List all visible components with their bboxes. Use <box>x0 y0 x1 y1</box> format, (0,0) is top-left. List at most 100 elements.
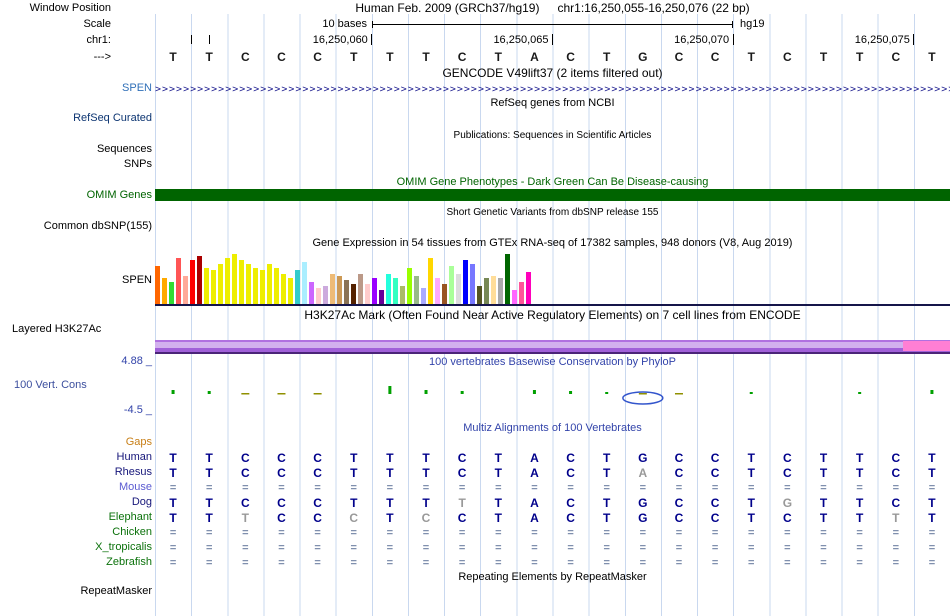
gtex-tissue-bar[interactable] <box>260 270 265 304</box>
label-snps[interactable]: SNPs <box>0 158 152 171</box>
h3k27ac-signal-layer[interactable] <box>155 352 950 354</box>
gtex-tissue-bar[interactable] <box>379 290 384 304</box>
spen-gene-line[interactable]: >>>>>>>>>>>>>>>>>>>>>>>>>>>>>>>>>>>>>>>>… <box>155 84 950 95</box>
gtex-tissue-bar[interactable] <box>421 288 426 304</box>
gtex-tissue-bar[interactable] <box>435 278 440 304</box>
label-layered-h3k27ac[interactable]: Layered H3K27Ac <box>12 323 101 336</box>
label-elephant[interactable]: Elephant <box>0 511 152 524</box>
gtex-tissue-bar[interactable] <box>386 274 391 304</box>
label-cons-name[interactable]: 100 Vert. Cons <box>14 379 87 392</box>
gtex-tissue-bar[interactable] <box>351 284 356 304</box>
gtex-tissue-bar[interactable] <box>295 270 300 304</box>
gtex-tissue-bar[interactable] <box>323 286 328 304</box>
omim-gene-bar[interactable] <box>155 189 950 201</box>
label-rhesus[interactable]: Rhesus <box>0 466 152 479</box>
gtex-tissue-bar[interactable] <box>477 286 482 304</box>
alignment-base: = <box>531 527 538 539</box>
alignment-base: = <box>278 482 285 494</box>
alignment-base: = <box>458 542 466 554</box>
gtex-tissue-bar[interactable] <box>407 268 412 304</box>
gtex-tissue-bar[interactable] <box>512 290 517 304</box>
gtex-tissue-bar[interactable] <box>274 268 279 304</box>
gtex-tissue-bar[interactable] <box>484 278 489 304</box>
alignment-base: C <box>313 466 322 480</box>
alignment-base: = <box>567 557 574 569</box>
gtex-tissue-bar[interactable] <box>288 278 293 304</box>
alignment-base: = <box>784 557 791 569</box>
label-refseq-curated[interactable]: RefSeq Curated <box>0 112 152 125</box>
gtex-tissue-bar[interactable] <box>449 266 454 304</box>
gtex-tissue-bar[interactable] <box>428 258 433 304</box>
gtex-tissue-bar[interactable] <box>414 276 419 304</box>
label-mouse[interactable]: Mouse <box>0 481 152 494</box>
gtex-tissue-bar[interactable] <box>190 260 195 304</box>
reference-base: C <box>240 50 250 64</box>
gtex-tissue-bar[interactable] <box>470 264 475 304</box>
gtex-tissue-bar[interactable] <box>309 282 314 304</box>
conservation-mark <box>532 390 536 394</box>
gtex-tissue-bar[interactable] <box>204 268 209 304</box>
gtex-tissue-bar[interactable] <box>176 258 181 304</box>
alignment-base: C <box>566 451 575 465</box>
alignment-base: T <box>747 451 755 465</box>
gtex-tissue-bar[interactable] <box>246 264 251 304</box>
gtex-tissue-bar[interactable] <box>267 264 272 304</box>
gtex-tissue-bar[interactable] <box>253 268 258 304</box>
label-chrom[interactable]: chr1: <box>0 34 111 47</box>
label-common-dbsnp[interactable]: Common dbSNP(155) <box>0 220 152 233</box>
label-chicken[interactable]: Chicken <box>0 526 152 539</box>
gtex-tissue-bar[interactable] <box>218 264 223 304</box>
gtex-tissue-bar[interactable] <box>442 284 447 304</box>
label-window-position[interactable]: Window Position <box>0 2 111 15</box>
label-dog[interactable]: Dog <box>0 496 152 509</box>
gtex-tissue-bar[interactable] <box>393 278 398 304</box>
gtex-tissue-bar[interactable] <box>232 254 237 304</box>
gtex-tissue-bar[interactable] <box>344 280 349 304</box>
label-omim-genes[interactable]: OMIM Genes <box>0 189 152 202</box>
gtex-tissue-bar[interactable] <box>358 274 363 304</box>
gtex-tissue-bar[interactable] <box>316 288 321 304</box>
gtex-tissue-bar[interactable] <box>225 258 230 304</box>
gtex-tissue-bar[interactable] <box>281 274 286 304</box>
label-gaps[interactable]: Gaps <box>0 436 152 449</box>
alignment-base: = <box>495 557 502 569</box>
label-spen-gencode[interactable]: SPEN <box>0 82 152 95</box>
label-repeatmasker[interactable]: RepeatMasker <box>0 585 152 598</box>
gtex-tissue-bar[interactable] <box>400 286 405 304</box>
label-strand[interactable]: ---> <box>0 51 111 64</box>
alignment-base: C <box>313 496 322 510</box>
gtex-tissue-bar[interactable] <box>302 262 307 304</box>
h3k27ac-signal-layer[interactable] <box>903 341 950 351</box>
scale-value: 10 bases <box>322 18 367 30</box>
gtex-tissue-bar[interactable] <box>365 284 370 304</box>
layered-h3k27ac-track[interactable] <box>155 340 950 354</box>
gtex-tissue-bar[interactable] <box>211 270 216 304</box>
label-cons-max[interactable]: 4.88 _ <box>0 355 152 368</box>
label-sequences[interactable]: Sequences <box>0 143 152 156</box>
label-x-tropicalis[interactable]: X_tropicalis <box>0 541 152 554</box>
label-spen-gtex[interactable]: SPEN <box>0 274 152 287</box>
alignment-base: T <box>928 451 936 465</box>
gtex-tissue-bar[interactable] <box>169 282 174 304</box>
conservation-track[interactable] <box>155 368 950 412</box>
gtex-tissue-bar[interactable] <box>330 274 335 304</box>
label-zebrafish[interactable]: Zebrafish <box>0 556 152 569</box>
reference-base: C <box>566 50 575 64</box>
gtex-tissue-bar[interactable] <box>337 276 342 304</box>
gtex-tissue-bar[interactable] <box>463 260 468 304</box>
gtex-tissue-bar[interactable] <box>505 254 510 304</box>
gtex-tissue-bar[interactable] <box>526 272 531 304</box>
gtex-tissue-bar[interactable] <box>519 282 524 304</box>
gtex-tissue-bar[interactable] <box>491 276 496 304</box>
gtex-tissue-bar[interactable] <box>155 266 160 304</box>
gtex-tissue-bar[interactable] <box>498 278 503 304</box>
gtex-tissue-bar[interactable] <box>162 278 167 304</box>
gtex-tissue-bar[interactable] <box>372 278 377 304</box>
label-scale[interactable]: Scale <box>0 18 111 31</box>
gtex-tissue-bar[interactable] <box>456 274 461 304</box>
gtex-tissue-bar[interactable] <box>239 260 244 304</box>
label-human[interactable]: Human <box>0 451 152 464</box>
label-cons-min[interactable]: -4.5 _ <box>0 404 152 417</box>
gtex-tissue-bar[interactable] <box>197 256 202 304</box>
gtex-tissue-bar[interactable] <box>183 276 188 304</box>
